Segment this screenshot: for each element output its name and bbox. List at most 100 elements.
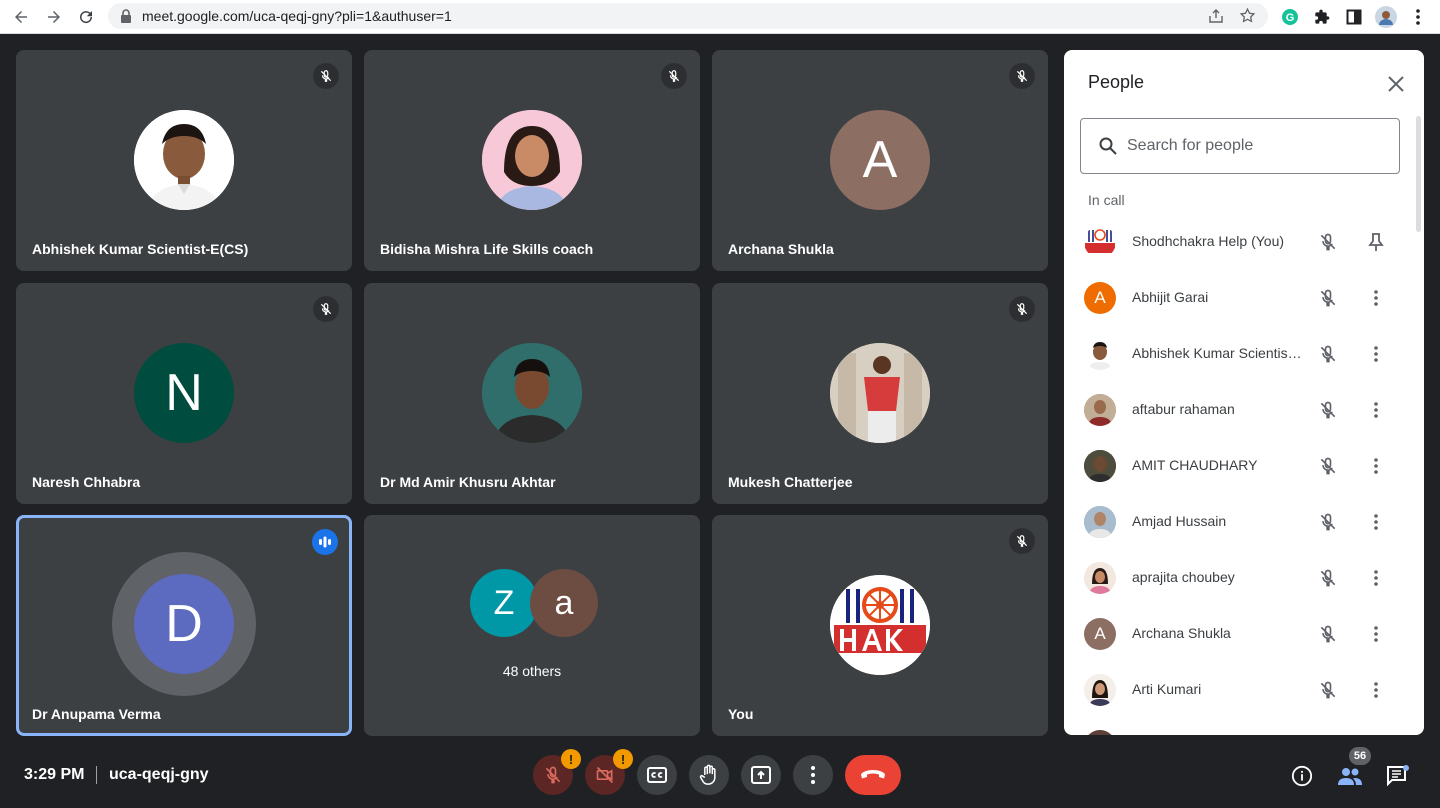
- more-icon[interactable]: [1364, 342, 1388, 366]
- forward-icon[interactable]: [41, 4, 67, 30]
- others-count: 48 others: [502, 663, 562, 679]
- participant-row-name: Archana Shukla: [1132, 625, 1231, 641]
- leave-call-button[interactable]: [845, 755, 901, 795]
- participant-row[interactable]: aprajita choubey: [1064, 550, 1416, 606]
- search-people-field[interactable]: [1080, 118, 1400, 174]
- participant-row[interactable]: AMIT CHAUDHARY: [1064, 438, 1416, 494]
- participant-tile[interactable]: N Naresh Chhabra: [16, 283, 352, 504]
- raise-hand-button[interactable]: [689, 755, 729, 795]
- participant-row-name: Amjad Hussain: [1132, 513, 1227, 529]
- raise-hand-icon: [699, 764, 716, 785]
- sidepanel-icon[interactable]: [1342, 5, 1366, 29]
- avatar: [134, 110, 234, 210]
- more-icon[interactable]: [1364, 286, 1388, 310]
- search-input[interactable]: [1127, 133, 1377, 159]
- present-button[interactable]: [741, 755, 781, 795]
- participant-row[interactable]: Amjad Hussain: [1064, 494, 1416, 550]
- participant-avatar: A: [1084, 618, 1116, 650]
- participant-row-name: Abhishek Kumar Scientist-E(CS): [1132, 345, 1304, 361]
- warning-badge: !: [561, 749, 581, 769]
- participant-row-name: Shodhchakra Help (You): [1132, 233, 1285, 249]
- participant-row-name: AMIT CHAUDHARY: [1132, 457, 1258, 473]
- participant-row[interactable]: A Abhijit Garai: [1064, 270, 1416, 326]
- captions-icon: [647, 767, 667, 783]
- speaking-indicator-icon: [312, 529, 338, 555]
- reload-icon[interactable]: [73, 4, 99, 30]
- participant-row[interactable]: aftabur rahaman: [1064, 382, 1416, 438]
- participant-tile[interactable]: Bidisha Mishra Life Skills coach: [364, 50, 700, 271]
- people-count-badge: 56: [1349, 747, 1371, 765]
- participant-row[interactable]: Shodhchakra Help (You): [1064, 214, 1416, 270]
- more-icon[interactable]: [1364, 398, 1388, 422]
- more-options-button[interactable]: [793, 755, 833, 795]
- participant-tile[interactable]: Abhishek Kumar Scientist-E(CS): [16, 50, 352, 271]
- participant-tile-speaking[interactable]: D Dr Anupama Verma: [16, 515, 352, 736]
- more-icon[interactable]: [1364, 510, 1388, 534]
- participant-avatar: [1084, 226, 1116, 258]
- mic-off-icon: [1316, 398, 1340, 422]
- others-tile[interactable]: Z a 48 others: [364, 515, 700, 736]
- participant-row-name: aftabur rahaman: [1132, 401, 1235, 417]
- address-bar[interactable]: meet.google.com/uca-qeqj-gny?pli=1&authu…: [108, 3, 1268, 29]
- avatar: [482, 343, 582, 443]
- grammarly-icon[interactable]: G: [1278, 5, 1302, 29]
- mic-off-icon: [1316, 230, 1340, 254]
- menu-icon[interactable]: [1406, 5, 1430, 29]
- mic-off-icon: [1316, 678, 1340, 702]
- more-icon[interactable]: [1364, 454, 1388, 478]
- svg-text:G: G: [1286, 12, 1295, 24]
- avatar: A: [830, 110, 930, 210]
- extensions-icon[interactable]: [1310, 5, 1334, 29]
- avatar: D: [134, 574, 234, 674]
- star-icon[interactable]: [1239, 7, 1256, 29]
- camera-toggle-button[interactable]: !: [585, 749, 633, 795]
- participant-row[interactable]: A Archana Shukla: [1064, 606, 1416, 662]
- more-icon[interactable]: [1364, 678, 1388, 702]
- participant-avatar: [1084, 506, 1116, 538]
- mic-off-icon: [1316, 622, 1340, 646]
- participant-tile[interactable]: Mukesh Chatterjee: [712, 283, 1048, 504]
- mic-off-icon: [1316, 454, 1340, 478]
- meeting-info-button[interactable]: [1288, 762, 1316, 790]
- shodhchakra-logo: [830, 575, 930, 675]
- participant-tile[interactable]: Dr Md Amir Khusru Akhtar: [364, 283, 700, 504]
- avatar: Z: [470, 569, 538, 637]
- pin-icon[interactable]: [1364, 230, 1388, 254]
- captions-button[interactable]: [637, 755, 677, 795]
- lock-icon[interactable]: [120, 9, 132, 28]
- self-tile[interactable]: You: [712, 515, 1048, 736]
- participant-row[interactable]: Arti Kumari: [1064, 662, 1416, 718]
- mic-off-icon: [1009, 63, 1035, 89]
- more-icon[interactable]: [1364, 566, 1388, 590]
- participant-avatar: [1084, 338, 1116, 370]
- panel-title: People: [1088, 72, 1145, 92]
- meeting-code: uca-qeqj-gny: [109, 766, 209, 783]
- profile-icon[interactable]: [1374, 5, 1398, 29]
- panel-scrollbar[interactable]: [1416, 116, 1421, 232]
- search-icon: [1099, 137, 1117, 160]
- people-button[interactable]: [1336, 762, 1364, 790]
- mic-off-icon: [1316, 286, 1340, 310]
- back-icon[interactable]: [8, 4, 34, 30]
- mic-toggle-button[interactable]: !: [533, 749, 581, 795]
- mic-off-icon: [313, 296, 339, 322]
- present-icon: [751, 766, 771, 784]
- mic-off-icon: [1316, 342, 1340, 366]
- participant-tile[interactable]: A Archana Shukla: [712, 50, 1048, 271]
- more-icon[interactable]: [1364, 622, 1388, 646]
- mic-off-icon: [1316, 566, 1340, 590]
- participant-name: Naresh Chhabra: [32, 474, 141, 490]
- chat-button[interactable]: [1384, 762, 1412, 790]
- share-icon[interactable]: [1208, 8, 1224, 29]
- participant-avatar: [1084, 450, 1116, 482]
- participant-row[interactable]: Abhishek Kumar Scientist-E(CS): [1064, 326, 1416, 382]
- avatar: N: [134, 343, 234, 443]
- participant-avatar: [1084, 674, 1116, 706]
- participant-avatar: A: [1084, 282, 1116, 314]
- close-icon[interactable]: [1384, 72, 1408, 96]
- divider: [96, 766, 97, 784]
- participant-row-name: aprajita choubey: [1132, 569, 1235, 585]
- participant-avatar: [1084, 562, 1116, 594]
- mic-off-icon: [545, 766, 561, 784]
- participant-row-name: Arti Kumari: [1132, 681, 1202, 697]
